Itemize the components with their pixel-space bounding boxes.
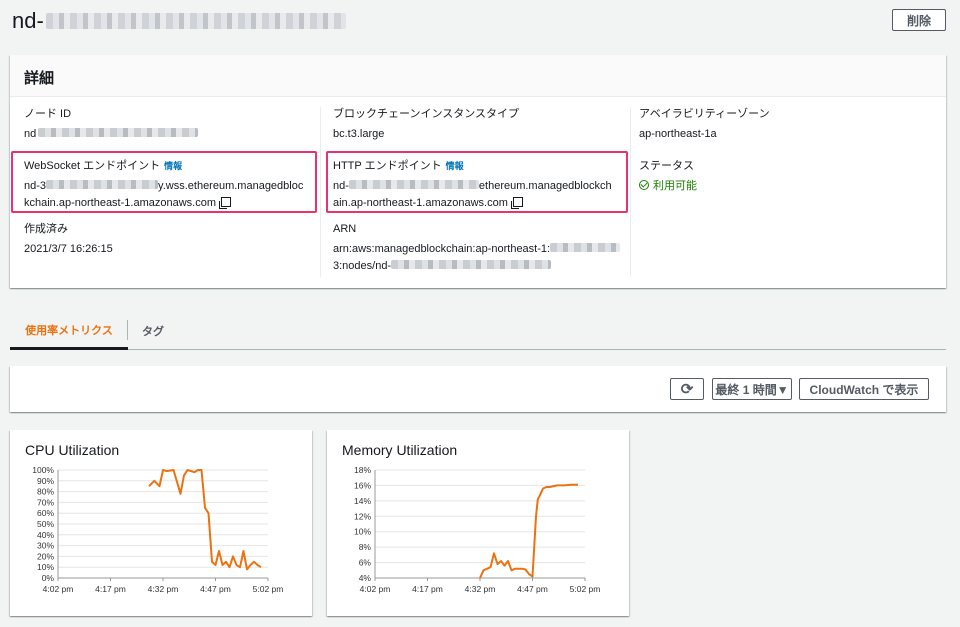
view-in-cloudwatch-button[interactable]: CloudWatch で表示: [799, 378, 929, 400]
redacted-text: [38, 128, 199, 137]
arn-value: arn:aws:managedblockchain:ap-northeast-1…: [333, 241, 629, 275]
redacted-node-name: [45, 13, 346, 29]
page-title: nd-: [12, 8, 346, 34]
page-title-prefix: nd-: [12, 8, 44, 33]
tab-tags[interactable]: タグ: [142, 312, 164, 350]
y-tick-label: 50%: [37, 519, 54, 529]
refresh-icon: ⟳: [680, 381, 694, 398]
x-tick-label: 5:02 pm: [570, 584, 601, 594]
http-highlight-box: [326, 151, 628, 213]
tab-usage-metrics[interactable]: 使用率メトリクス: [10, 312, 128, 350]
x-tick-label: 4:32 pm: [148, 584, 179, 594]
column-divider: [630, 107, 631, 277]
y-tick-label: 4%: [359, 573, 372, 583]
x-tick-label: 4:47 pm: [517, 584, 548, 594]
redacted-text: [391, 260, 552, 269]
node-id-value: nd: [24, 126, 199, 143]
availability-zone-value: ap-northeast-1a: [639, 128, 717, 140]
availability-zone-field: アベイラビリティーゾーン ap-northeast-1a: [639, 106, 770, 143]
y-tick-label: 70%: [37, 497, 54, 507]
series-line: [148, 469, 262, 571]
y-tick-label: 10%: [37, 562, 54, 572]
y-tick-label: 20%: [37, 551, 54, 561]
created-label: 作成済み: [24, 223, 68, 235]
websocket-highlight-box: [11, 151, 317, 213]
y-tick-label: 30%: [37, 541, 54, 551]
node-id-label: ノード ID: [24, 108, 72, 120]
created-field: 作成済み 2021/3/7 16:26:15: [24, 221, 113, 258]
y-tick-label: 16%: [354, 480, 371, 490]
x-tick-label: 5:02 pm: [253, 584, 284, 594]
y-tick-label: 12%: [354, 511, 371, 521]
details-header: 詳細: [10, 55, 946, 97]
y-tick-label: 0%: [42, 573, 55, 583]
arn-field: ARN arn:aws:managedblockchain:ap-northea…: [333, 221, 629, 275]
y-tick-label: 10%: [354, 527, 371, 537]
x-tick-label: 4:47 pm: [200, 584, 231, 594]
y-tick-label: 80%: [37, 487, 54, 497]
x-tick-label: 4:02 pm: [360, 584, 391, 594]
instance-type-field: ブロックチェーンインスタンスタイプ bc.t3.large: [333, 106, 519, 143]
y-tick-label: 18%: [354, 465, 371, 475]
column-divider: [320, 107, 321, 277]
memory-chart-svg: 18% 16% 14% 12% 10% 8% 6% 4%4:02 pm 4:17 pm 4:32 …: [354, 465, 601, 594]
memory-utilization-chart: Memory Utilization 18% 16% 14% 12% 10% 8% 6% 4%…: [327, 430, 629, 616]
refresh-button[interactable]: ⟳: [670, 378, 704, 400]
check-circle-icon: [639, 180, 649, 190]
y-tick-label: 90%: [37, 476, 54, 486]
created-value: 2021/3/7 16:26:15: [24, 243, 113, 255]
node-id-field: ノード ID nd: [24, 106, 199, 143]
redacted-text: [550, 243, 621, 252]
y-tick-label: 8%: [359, 542, 372, 552]
instance-type-label: ブロックチェーンインスタンスタイプ: [333, 108, 520, 120]
arn-label: ARN: [333, 223, 357, 235]
tab-bar: 使用率メトリクス タグ: [10, 312, 946, 350]
y-tick-label: 14%: [354, 496, 371, 506]
y-tick-label: 40%: [37, 530, 54, 540]
cpu-chart-svg: 100%90%80%70%60%50%40%30%20%10%0%4:02 pm…: [32, 465, 284, 594]
y-tick-label: 100%: [32, 465, 54, 475]
instance-type-value: bc.t3.large: [333, 128, 385, 140]
status-label: ステータス: [639, 160, 694, 172]
tab-separator: [127, 320, 128, 340]
x-tick-label: 4:02 pm: [43, 584, 74, 594]
status-field: ステータス 利用可能: [639, 158, 697, 195]
y-tick-label: 60%: [37, 508, 54, 518]
x-tick-label: 4:32 pm: [465, 584, 496, 594]
delete-button[interactable]: 削除: [892, 9, 946, 31]
status-value: 利用可能: [639, 178, 697, 195]
cpu-utilization-chart: CPU Utilization 100% 90% 80% 70% 60% 50% 40% 30…: [10, 430, 312, 616]
time-range-dropdown[interactable]: 最終 1 時間▼: [712, 378, 792, 400]
x-tick-label: 4:17 pm: [95, 584, 126, 594]
availability-zone-label: アベイラビリティーゾーン: [639, 108, 770, 120]
y-tick-label: 6%: [359, 558, 372, 568]
x-tick-label: 4:17 pm: [412, 584, 443, 594]
